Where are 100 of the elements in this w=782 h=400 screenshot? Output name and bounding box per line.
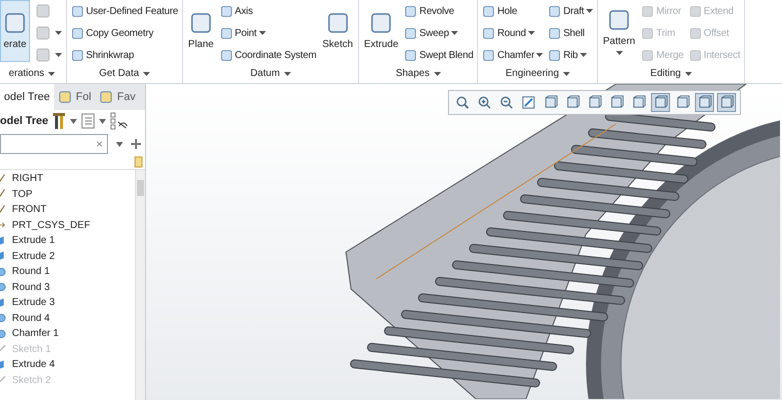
ribbon-button[interactable]: Shell <box>547 22 594 44</box>
fit-icon <box>521 95 536 110</box>
view-button[interactable] <box>651 93 670 112</box>
feature-icon <box>404 4 418 18</box>
group-label[interactable]: Engineering <box>481 66 594 81</box>
feature-icon <box>607 8 632 32</box>
feature-icon <box>3 10 27 34</box>
ribbon-button[interactable]: Draft <box>547 0 594 22</box>
feature-icon <box>641 26 654 40</box>
feature-icon <box>548 26 562 40</box>
scrollbar[interactable] <box>135 170 145 400</box>
view-button[interactable] <box>695 93 714 112</box>
feature-icon <box>482 4 496 18</box>
feature-icon <box>404 26 418 40</box>
dropdown-icon[interactable] <box>116 142 123 146</box>
tools-icon[interactable] <box>52 112 66 130</box>
caret-icon <box>580 53 587 57</box>
feature-icon <box>404 48 418 62</box>
ribbon-button[interactable]: Hole <box>481 0 544 22</box>
ribbon-button[interactable]: Sketch <box>320 0 355 62</box>
group-label[interactable]: Shapes <box>362 66 474 81</box>
search-field[interactable]: × <box>0 134 108 154</box>
feature-icon <box>220 26 233 40</box>
feature-icon <box>482 26 496 40</box>
caret-icon <box>451 31 458 35</box>
ribbon-button[interactable]: Sweep <box>403 22 474 44</box>
ribbon-button[interactable]: Swept Blend <box>403 44 474 66</box>
feature-icon <box>641 48 654 62</box>
tree-item[interactable]: RIGHT <box>12 171 44 186</box>
feature-icon <box>688 48 702 62</box>
feature-icon <box>369 10 394 34</box>
tree-item[interactable]: Round 4 <box>12 310 50 326</box>
group-label[interactable]: erations <box>0 66 64 81</box>
cube-icon <box>565 95 580 110</box>
caret-icon <box>434 72 441 76</box>
ribbon-button[interactable]: erate <box>0 0 30 62</box>
ribbon-button[interactable]: User-Defined Feature <box>70 0 180 22</box>
caret-icon <box>536 53 544 57</box>
feature-icon <box>326 10 350 34</box>
feature-icon <box>71 48 84 62</box>
feature-icon <box>548 4 562 18</box>
tree-item[interactable]: Round 3 <box>12 280 50 295</box>
ribbon-button[interactable]: Axis <box>218 0 318 22</box>
list-icon[interactable] <box>81 113 96 129</box>
tree-item[interactable]: Extrude 4 <box>12 357 55 372</box>
tree-item[interactable]: Chamfer 1 <box>12 326 59 342</box>
dropdown-icon[interactable] <box>70 118 78 124</box>
caret-icon <box>528 31 535 35</box>
tree-item[interactable]: FRONT <box>12 202 46 218</box>
feature-icon <box>482 48 496 62</box>
ribbon-button[interactable]: Shrinkwrap <box>70 44 180 66</box>
dropdown-icon[interactable] <box>99 118 106 124</box>
zoom-in-icon <box>477 95 492 110</box>
caret-icon <box>143 72 150 76</box>
caret-icon <box>616 50 623 54</box>
ribbon-button[interactable]: Copy Geometry <box>70 22 180 44</box>
add-icon[interactable] <box>131 139 141 149</box>
panel-title: odel Tree <box>0 114 48 129</box>
caret-icon <box>55 53 62 57</box>
ribbon-button[interactable]: Rib <box>547 44 594 66</box>
clear-icon[interactable]: × <box>96 135 103 153</box>
zoom-icon <box>455 95 470 110</box>
caret-icon <box>284 72 291 76</box>
tree-item[interactable]: PRT_CSYS_DEF <box>12 218 90 233</box>
caret-icon <box>48 72 56 76</box>
tree-item[interactable]: Extrude 2 <box>12 248 55 264</box>
panel-tab[interactable]: odel Tree <box>0 84 54 110</box>
feature-icon <box>688 26 702 40</box>
feature-icon <box>220 48 233 62</box>
ribbon-button[interactable]: Plane <box>186 0 216 62</box>
caret-icon <box>684 72 692 76</box>
ribbon-button[interactable]: Extrude <box>362 0 400 62</box>
caret-icon <box>562 72 570 76</box>
feature-icon <box>641 4 654 18</box>
group-label[interactable]: Editing <box>601 66 742 81</box>
caret-icon <box>586 9 593 13</box>
tree-item[interactable]: Round 1 <box>12 264 50 280</box>
tree-item[interactable]: Extrude 3 <box>12 295 55 310</box>
folder-icon <box>58 90 72 104</box>
caret-icon <box>55 31 62 35</box>
tree-item[interactable]: Extrude 1 <box>12 233 55 248</box>
group-label[interactable]: Get Data <box>70 66 180 81</box>
feature-icon <box>71 4 84 18</box>
ribbon-button[interactable]: Chamfer <box>481 44 544 66</box>
feature-icon <box>188 10 213 34</box>
ribbon-button[interactable]: Coordinate System <box>218 44 318 66</box>
view-button[interactable] <box>717 93 736 112</box>
ribbon-button[interactable]: Round <box>481 22 544 44</box>
feature-icon <box>220 4 233 18</box>
filter-icon[interactable] <box>110 112 128 130</box>
group-label[interactable]: Datum <box>186 66 355 81</box>
folder-icon <box>99 90 114 104</box>
caret-icon <box>258 31 266 35</box>
ribbon-button[interactable]: Point <box>218 22 318 44</box>
feature-icon <box>71 26 84 40</box>
ribbon-button[interactable]: Revolve <box>403 0 474 22</box>
tree-item[interactable]: TOP <box>12 186 32 202</box>
ribbon-button[interactable]: Pattern <box>601 0 638 62</box>
feature-icon <box>688 4 702 18</box>
feature-icon <box>548 48 562 62</box>
